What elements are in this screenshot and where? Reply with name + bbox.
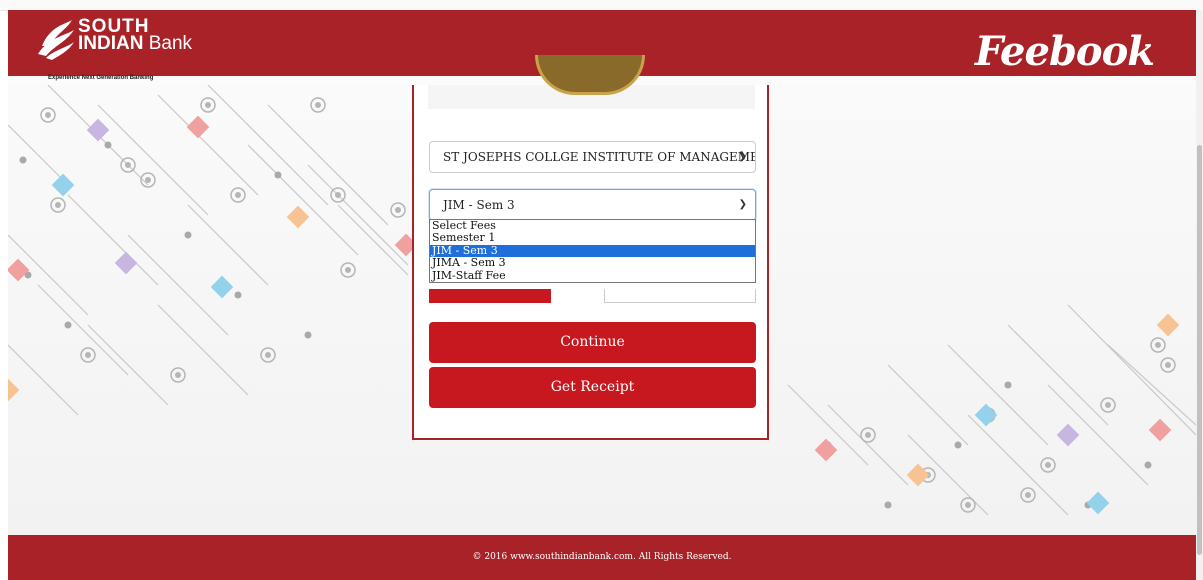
bank-tagline: Experience Next Generation Banking (48, 75, 154, 81)
fee-select-value: JIM - Sem 3 (443, 198, 515, 212)
copyright-text: © 2016 www.southindianbank.com. All Righ… (472, 552, 732, 562)
college-emblem-panel (428, 55, 755, 109)
logo-line-2: INDIAN Bank (78, 33, 193, 54)
fee-payment-card: ST JOSEPHS COLLGE INSTITUTE OF MANAGEMEN… (412, 55, 769, 440)
partially-hidden-button[interactable] (429, 289, 551, 303)
logo-indian: INDIAN (78, 33, 144, 54)
logo-bank: Bank (143, 33, 193, 54)
footer-bar: © 2016 www.southindianbank.com. All Righ… (8, 535, 1196, 580)
feebook-brand: Feebook (974, 28, 1155, 75)
college-emblem-icon (535, 55, 645, 95)
chevron-down-icon: ❯ (738, 199, 747, 210)
fee-option[interactable]: Semester 1 (430, 231, 755, 244)
bank-logo-text: SOUTH INDIAN Bank (78, 17, 193, 54)
page-scrollbar[interactable] (1196, 10, 1203, 580)
chevron-down-icon: ❯ (738, 151, 747, 162)
get-receipt-button[interactable]: Get Receipt (429, 367, 756, 408)
bank-logo[interactable]: SOUTH INDIAN Bank (36, 12, 206, 72)
scrollbar-thumb[interactable] (1197, 145, 1202, 555)
institution-select[interactable]: ST JOSEPHS COLLGE INSTITUTE OF MANAGEMEN… (429, 141, 756, 173)
fee-dropdown-list[interactable]: Select Fees Semester 1 JIM - Sem 3 JIMA … (429, 219, 756, 283)
fee-option[interactable]: JIMA - Sem 3 (430, 256, 755, 269)
partially-hidden-field[interactable] (604, 289, 756, 303)
fee-option[interactable]: JIM-Staff Fee (430, 269, 755, 282)
fee-select[interactable]: JIM - Sem 3 ❯ (429, 189, 756, 221)
south-indian-bank-logo-icon (38, 20, 74, 60)
institution-select-value: ST JOSEPHS COLLGE INSTITUTE OF MANAGEMEN… (443, 150, 756, 164)
continue-button[interactable]: Continue (429, 322, 756, 363)
